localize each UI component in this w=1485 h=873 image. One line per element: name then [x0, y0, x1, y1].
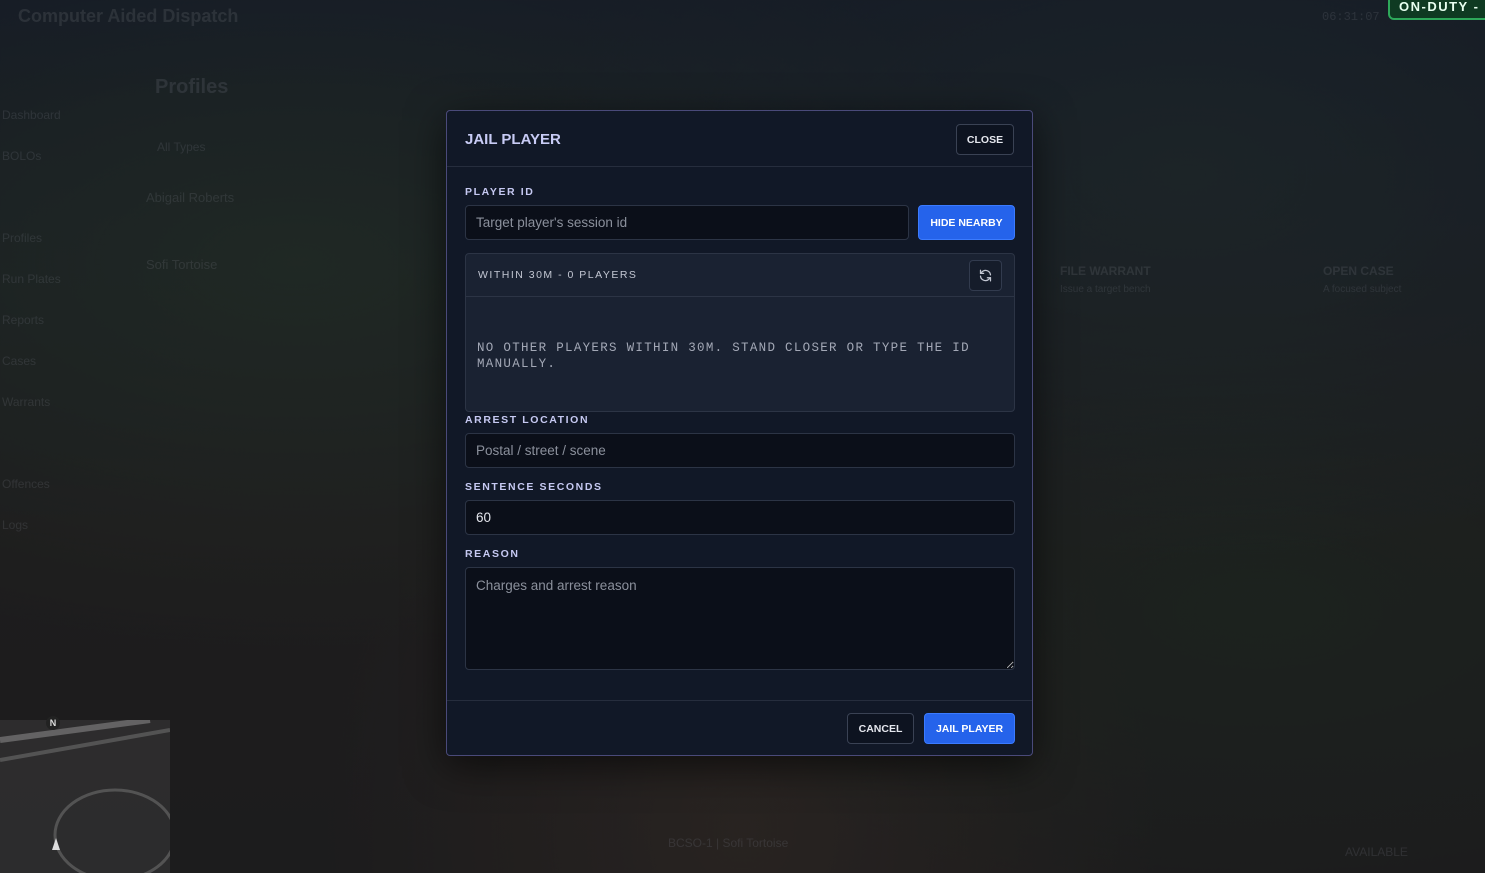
modal-title: JAIL PLAYER — [465, 131, 561, 148]
nearby-players-count: WITHIN 30M - 0 PLAYERS — [478, 269, 638, 281]
modal-header: JAIL PLAYER CLOSE — [447, 111, 1032, 167]
sentence-seconds-label: SENTENCE SECONDS — [465, 481, 603, 493]
jail-player-modal: JAIL PLAYER CLOSE PLAYER ID HIDE NEARBY … — [446, 110, 1033, 756]
nearby-players-panel: WITHIN 30M - 0 PLAYERS NO OTHER PLAYERS … — [465, 253, 1015, 412]
refresh-icon — [979, 269, 992, 282]
arrest-location-label: ARREST LOCATION — [465, 414, 590, 426]
reason-textarea[interactable] — [465, 567, 1015, 670]
arrest-location-input[interactable] — [465, 433, 1015, 468]
on-duty-badge: ON-DUTY - — [1388, 0, 1485, 20]
jail-player-button[interactable]: JAIL PLAYER — [924, 713, 1015, 744]
nearby-players-header: WITHIN 30M - 0 PLAYERS — [466, 254, 1014, 297]
nearby-empty-message: NO OTHER PLAYERS WITHIN 30M. STAND CLOSE… — [477, 341, 970, 371]
cancel-button[interactable]: CANCEL — [847, 713, 914, 744]
close-button[interactable]: CLOSE — [956, 124, 1014, 155]
reason-label: REASON — [465, 548, 520, 560]
minimap — [0, 717, 177, 873]
modal-footer: CANCEL JAIL PLAYER — [447, 700, 1032, 756]
minimap-roads — [0, 717, 177, 873]
refresh-nearby-button[interactable] — [969, 260, 1002, 291]
player-id-input[interactable] — [465, 205, 909, 240]
north-indicator: N — [46, 716, 60, 730]
hide-nearby-button[interactable]: HIDE NEARBY — [918, 205, 1015, 240]
player-id-label: PLAYER ID — [465, 186, 535, 198]
sentence-seconds-input[interactable] — [465, 500, 1015, 535]
